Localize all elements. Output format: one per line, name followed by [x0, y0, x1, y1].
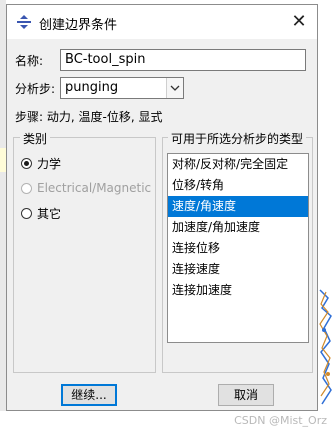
background-mesh-graphic	[319, 289, 332, 405]
cancel-button[interactable]: 取消	[218, 384, 274, 406]
step-label: 分析步:	[15, 82, 56, 96]
close-button[interactable]: ✕	[285, 9, 313, 35]
step-select-value: punging	[65, 80, 119, 95]
types-group-title: 可用于所选分析步的类型	[168, 130, 307, 147]
chevron-down-icon[interactable]	[166, 78, 183, 98]
name-label: 名称:	[15, 54, 44, 68]
radio-electrical-magnetic: Electrical/Magnetic	[21, 180, 151, 196]
radio-button	[21, 182, 32, 194]
list-item[interactable]: 对称/反对称/完全固定	[168, 154, 308, 175]
step-select[interactable]: punging	[60, 77, 184, 99]
category-group-title: 类别	[20, 130, 51, 147]
list-item-selected[interactable]: 速度/角速度	[168, 196, 308, 217]
procedure-text: 步骤: 动力, 温度-位移, 显式	[15, 110, 163, 124]
radio-label: Electrical/Magnetic	[37, 181, 152, 195]
radio-label: 力学	[37, 156, 62, 171]
title-bar: 创建边界条件 ✕	[7, 5, 317, 39]
name-field[interactable]: BC-tool_spin	[60, 49, 306, 71]
radio-button[interactable]	[21, 207, 32, 219]
types-list[interactable]: 对称/反对称/完全固定 位移/转角 速度/角速度 加速度/角加速度 连接位移 连…	[167, 153, 309, 343]
list-item[interactable]: 连接位移	[168, 238, 308, 259]
category-group	[13, 137, 156, 373]
watermark: CSDN @Mist_Orz	[234, 414, 327, 427]
list-item[interactable]: 位移/转角	[168, 175, 308, 196]
radio-other[interactable]: 其它	[21, 205, 61, 221]
list-item[interactable]: 连接加速度	[168, 280, 308, 301]
list-item[interactable]: 连接速度	[168, 259, 308, 280]
list-item[interactable]: 加速度/角加速度	[168, 217, 308, 238]
radio-button[interactable]	[21, 157, 32, 169]
boundary-condition-icon	[17, 15, 31, 29]
radio-mechanical[interactable]: 力学	[21, 155, 61, 171]
window-title: 创建边界条件	[39, 18, 118, 33]
continue-button[interactable]: 继续...	[61, 384, 117, 406]
close-icon: ✕	[291, 11, 307, 32]
radio-label: 其它	[37, 206, 62, 221]
create-boundary-condition-dialog: 创建边界条件 ✕ 名称: BC-tool_spin 分析步: punging 步…	[6, 4, 318, 411]
